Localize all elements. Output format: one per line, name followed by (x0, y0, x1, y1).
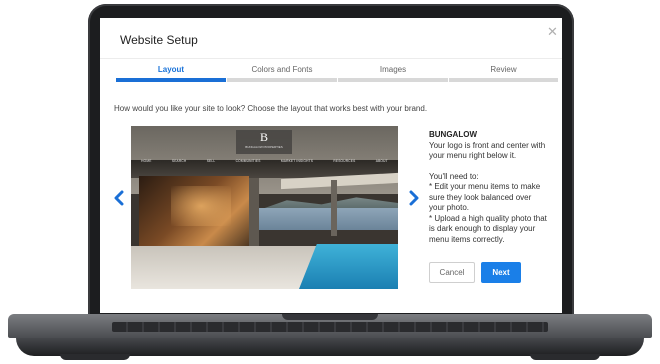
preview-menu-item: RESOURCES (333, 159, 356, 163)
laptop-foot (530, 354, 600, 360)
preview-menu-item: COMMUNITIES (235, 159, 261, 163)
layout-summary: Your logo is front and center with your … (429, 140, 546, 161)
chevron-right-icon[interactable] (407, 190, 421, 206)
preview-pillar (331, 180, 337, 236)
preview-logo-letter: B (259, 130, 268, 144)
preview-sea (259, 208, 398, 230)
tab-label: Review (490, 65, 517, 74)
layout-name: BUNGALOW (429, 130, 477, 139)
close-icon[interactable]: ✕ (547, 25, 558, 38)
preview-menu-item: SEARCH (171, 159, 187, 163)
tab-label: Images (379, 65, 407, 74)
tab-progress-bar (116, 78, 226, 82)
preview-menu: HOME SEARCH SELL COMMUNITIES MARKET INSI… (131, 157, 398, 165)
preview-pillar (249, 178, 259, 256)
laptop-screen: Website Setup ✕ Layout Colors and Fonts … (100, 18, 562, 313)
need-item: * Upload a high quality photo that is da… (429, 213, 547, 244)
tab-progress-bar (227, 78, 337, 82)
preview-menu-item: ABOUT (375, 159, 388, 163)
laptop-hinge-notch (282, 314, 378, 320)
laptop-keyboard (112, 322, 548, 332)
tab-colors-and-fonts[interactable]: Colors and Fonts (227, 62, 337, 82)
chevron-left-icon[interactable] (112, 190, 126, 206)
dialog-title: Website Setup (120, 33, 198, 47)
layout-preview-image: B BUNGALOW PROPERTIES HOME SEARCH SELL C… (131, 126, 398, 289)
tab-progress-bar (338, 78, 448, 82)
next-button[interactable]: Next (481, 262, 521, 283)
preview-menu-item: HOME (141, 159, 152, 163)
preview-menu-item: SELL (206, 159, 216, 163)
layout-description: BUNGALOW Your logo is front and center w… (429, 130, 549, 245)
tab-images[interactable]: Images (338, 62, 448, 82)
tab-label: Layout (157, 65, 185, 74)
cancel-button[interactable]: Cancel (429, 262, 475, 283)
tab-layout[interactable]: Layout (116, 62, 226, 82)
preview-interior-glow (171, 186, 231, 226)
tab-review[interactable]: Review (449, 62, 558, 82)
needs-heading: You'll need to: (429, 171, 479, 181)
preview-menu-item: MARKET INSIGHTS (280, 159, 314, 163)
tab-label: Colors and Fonts (251, 65, 313, 74)
layout-question: How would you like your site to look? Ch… (114, 104, 428, 113)
preview-logo-subtitle: BUNGALOW PROPERTIES (245, 145, 283, 149)
header-divider (100, 58, 562, 59)
preview-logo: B BUNGALOW PROPERTIES (236, 130, 292, 154)
tab-progress-bar (449, 78, 558, 82)
need-item: * Edit your menu items to make sure they… (429, 182, 541, 212)
setup-tabs: Layout Colors and Fonts Images Review (116, 62, 558, 82)
laptop-foot (60, 354, 130, 360)
